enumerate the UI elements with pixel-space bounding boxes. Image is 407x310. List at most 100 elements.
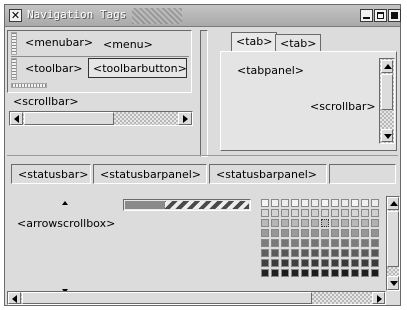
inner-scroll-down-button[interactable] (381, 129, 393, 142)
color-swatch[interactable] (331, 259, 339, 267)
color-swatch[interactable] (311, 239, 319, 247)
color-swatch[interactable] (351, 259, 359, 267)
color-swatch[interactable] (311, 229, 319, 237)
color-swatch[interactable] (291, 259, 299, 267)
color-swatch[interactable] (311, 209, 319, 217)
main-horizontal-scrollbar[interactable] (7, 291, 386, 305)
color-swatch[interactable] (331, 219, 339, 227)
tab-1[interactable]: <tab> (231, 32, 278, 51)
color-swatch[interactable] (331, 239, 339, 247)
color-swatch[interactable] (291, 269, 299, 277)
color-swatch[interactable] (261, 239, 269, 247)
tab-2[interactable]: <tab> (275, 34, 322, 51)
color-swatch[interactable] (261, 259, 269, 267)
menubar-grip[interactable] (11, 32, 17, 55)
color-swatch[interactable] (261, 269, 269, 277)
color-swatch[interactable] (371, 269, 379, 277)
color-swatch[interactable] (321, 249, 329, 257)
color-swatch[interactable] (281, 229, 289, 237)
color-swatch[interactable] (281, 239, 289, 247)
color-swatch[interactable] (321, 209, 329, 217)
color-swatch[interactable] (311, 219, 319, 227)
color-swatch[interactable] (261, 219, 269, 227)
color-swatch[interactable] (331, 229, 339, 237)
color-swatch[interactable] (341, 219, 349, 227)
color-swatch[interactable] (341, 269, 349, 277)
main-vertical-scrollbar[interactable] (386, 196, 400, 291)
color-swatch[interactable] (361, 219, 369, 227)
color-swatch[interactable] (331, 209, 339, 217)
color-swatch[interactable] (291, 219, 299, 227)
color-swatch[interactable] (291, 249, 299, 257)
toolbox-collapsed-grip[interactable] (11, 83, 47, 88)
color-swatch[interactable] (271, 259, 279, 267)
main-scroll-h-thumb[interactable] (22, 292, 312, 304)
scroll-thumb[interactable] (24, 112, 114, 125)
color-swatch[interactable] (311, 259, 319, 267)
main-scroll-left-button[interactable] (8, 292, 21, 304)
scroll-right-button[interactable] (178, 112, 192, 125)
color-swatch[interactable] (291, 229, 299, 237)
color-swatch[interactable] (351, 249, 359, 257)
color-swatch[interactable] (371, 239, 379, 247)
color-swatch[interactable] (301, 199, 309, 207)
color-swatch[interactable] (321, 219, 329, 227)
vertical-splitter[interactable] (200, 30, 208, 157)
color-swatch[interactable] (341, 199, 349, 207)
color-swatch[interactable] (361, 249, 369, 257)
color-swatch[interactable] (311, 269, 319, 277)
maximize-icon[interactable] (374, 9, 387, 22)
inner-scroll-up-button[interactable] (381, 60, 393, 73)
color-swatch[interactable] (331, 249, 339, 257)
color-swatch[interactable] (321, 229, 329, 237)
inner-scroll-thumb[interactable] (381, 74, 393, 110)
menu-item[interactable]: <menu> (103, 38, 153, 51)
color-swatch[interactable] (361, 229, 369, 237)
color-swatch[interactable] (281, 209, 289, 217)
color-swatch[interactable] (271, 239, 279, 247)
color-swatch[interactable] (321, 269, 329, 277)
title-bar[interactable]: ✕ Navigation Tags (5, 5, 401, 27)
color-swatch[interactable] (271, 249, 279, 257)
color-swatch[interactable] (341, 259, 349, 267)
color-swatch[interactable] (361, 259, 369, 267)
color-swatch[interactable] (371, 219, 379, 227)
color-swatch[interactable] (361, 199, 369, 207)
color-swatch[interactable] (321, 259, 329, 267)
color-swatch[interactable] (371, 259, 379, 267)
color-swatch[interactable] (331, 199, 339, 207)
color-swatch[interactable] (341, 229, 349, 237)
color-swatch[interactable] (271, 199, 279, 207)
inner-vertical-scrollbar[interactable] (379, 58, 395, 144)
color-swatch[interactable] (271, 229, 279, 237)
color-swatch[interactable] (281, 199, 289, 207)
color-swatch[interactable] (341, 209, 349, 217)
window-close-icon[interactable] (388, 9, 401, 22)
color-swatch[interactable] (351, 199, 359, 207)
color-swatch[interactable] (281, 259, 289, 267)
color-swatch[interactable] (321, 199, 329, 207)
color-swatch[interactable] (261, 199, 269, 207)
color-swatch[interactable] (311, 199, 319, 207)
arrowscrollbox-up-arrow[interactable] (62, 201, 68, 205)
color-swatch[interactable] (291, 209, 299, 217)
color-swatch[interactable] (311, 249, 319, 257)
color-swatch[interactable] (371, 199, 379, 207)
color-swatch[interactable] (351, 219, 359, 227)
main-scroll-thumb[interactable] (387, 211, 399, 267)
color-swatch[interactable] (361, 239, 369, 247)
color-swatch[interactable] (261, 249, 269, 257)
color-swatch[interactable] (301, 209, 309, 217)
minimize-icon[interactable] (360, 9, 373, 22)
scroll-left-button[interactable] (10, 112, 23, 125)
color-swatch[interactable] (341, 249, 349, 257)
toolbar-grip[interactable] (11, 58, 17, 80)
color-swatch[interactable] (301, 219, 309, 227)
color-swatch[interactable] (371, 209, 379, 217)
color-picker-grid[interactable] (257, 197, 381, 285)
toolbar-button[interactable]: <toolbarbutton> (88, 58, 187, 78)
color-swatch[interactable] (291, 239, 299, 247)
color-swatch[interactable] (301, 249, 309, 257)
color-swatch[interactable] (291, 199, 299, 207)
color-swatch[interactable] (351, 229, 359, 237)
